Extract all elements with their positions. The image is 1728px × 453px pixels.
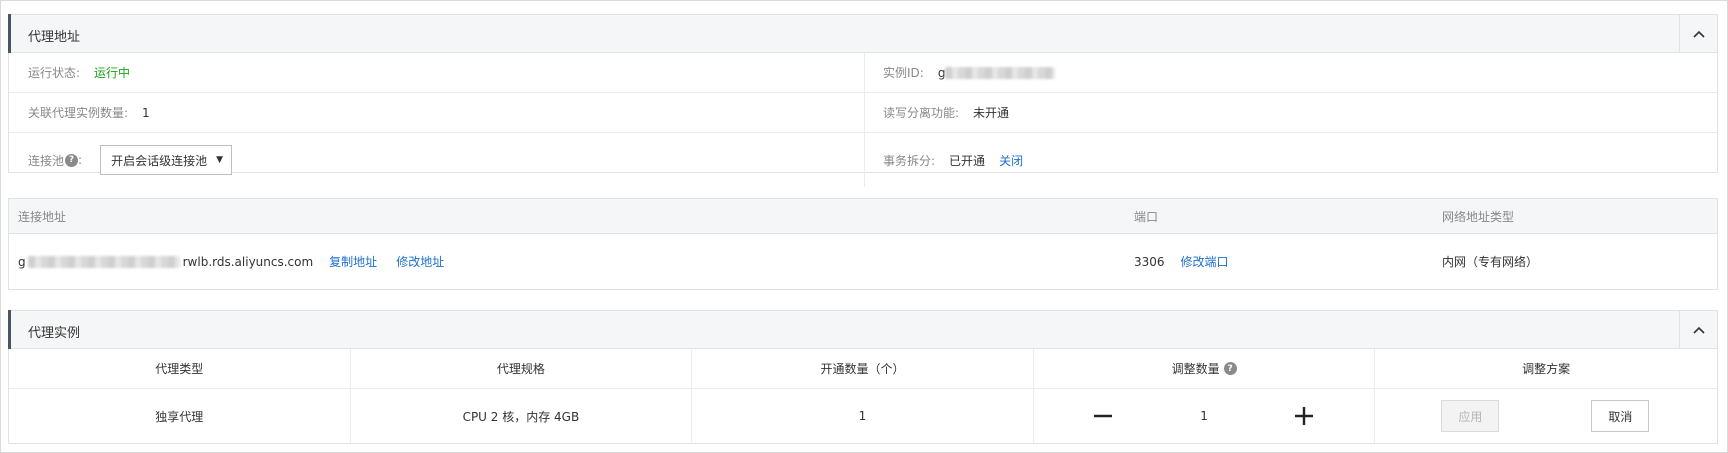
info-row-pool: 连接池 ? : 开启会话级连接池 ▼ 事务拆分: 已开通 关闭: [9, 133, 1717, 187]
edit-port-link[interactable]: 修改端口: [1181, 253, 1229, 270]
help-icon[interactable]: ?: [1223, 362, 1237, 375]
pool-label: 连接池: [28, 153, 65, 168]
rw-split-label: 读写分离功能:: [883, 106, 960, 120]
rw-split-value: 未开通: [973, 106, 1010, 120]
info-row-counts: 关联代理实例数量: 1 读写分离功能: 未开通: [9, 93, 1717, 133]
header-count: 开通数量（个）: [820, 362, 905, 376]
collapse-proxy-instance-button[interactable]: [1679, 311, 1717, 348]
address-suffix: rwlb.rds.aliyuncs.com: [182, 254, 314, 269]
increment-button[interactable]: [1292, 404, 1316, 428]
adjust-count-value[interactable]: 1: [1200, 409, 1208, 423]
pool-label-colon: :: [78, 153, 83, 167]
instance-id-prefix: g: [937, 65, 946, 80]
header-port: 端口: [1134, 209, 1159, 224]
status-value: 运行中: [94, 66, 131, 80]
status-label: 运行状态:: [28, 66, 81, 80]
txn-split-value: 已开通: [949, 153, 986, 168]
minus-icon: [1093, 414, 1112, 418]
collapse-proxy-address-button[interactable]: [1679, 15, 1717, 52]
proxy-spec-value: CPU 2 核，内存 4GB: [462, 409, 580, 424]
count-value: 1: [858, 409, 867, 423]
chevron-up-icon: [1692, 30, 1705, 38]
info-row-status: 运行状态: 运行中 实例ID: g: [9, 53, 1717, 93]
table-row: g rwlb.rds.aliyuncs.com 复制地址 修改地址 3306 修…: [9, 234, 1717, 289]
close-txn-split-link[interactable]: 关闭: [999, 152, 1023, 169]
quantity-stepper: 1: [1034, 389, 1376, 443]
proxy-type-value: 独享代理: [155, 409, 204, 424]
instance-id-label: 实例ID:: [883, 66, 924, 80]
table-row: 独享代理 CPU 2 核，内存 4GB 1 1 应用 取消: [9, 389, 1717, 443]
proxy-instance-header: 代理实例: [8, 310, 1717, 349]
header-network-type: 网络地址类型: [1442, 209, 1515, 224]
apply-button[interactable]: 应用: [1441, 400, 1500, 432]
linked-count-label: 关联代理实例数量:: [28, 106, 129, 120]
address-prefix: g: [18, 254, 26, 269]
header-proxy-spec: 代理规格: [496, 362, 545, 376]
decrement-button[interactable]: [1091, 404, 1115, 428]
proxy-instance-panel: 代理实例 代理类型 代理规格 开通数量（个） 调整数量 ? 调整方案 独享代理 …: [8, 310, 1718, 444]
edit-address-link[interactable]: 修改地址: [396, 253, 444, 270]
header-address: 连接地址: [18, 209, 67, 224]
network-type-value: 内网（专有网络）: [1442, 255, 1539, 269]
connection-table-header: 连接地址 端口 网络地址类型: [9, 199, 1717, 234]
help-icon[interactable]: ?: [65, 153, 79, 167]
pool-label-group: 连接池 ? :: [28, 152, 82, 169]
header-adjust-plan: 调整方案: [1522, 362, 1571, 376]
copy-address-link[interactable]: 复制地址: [329, 253, 377, 270]
port-value: 3306: [1134, 254, 1165, 269]
cancel-button[interactable]: 取消: [1591, 400, 1650, 432]
chevron-up-icon: [1692, 326, 1705, 334]
proxy-address-panel: 代理地址 运行状态: 运行中 实例ID: g 关联代理实例数量: 1 读写分离功…: [8, 14, 1718, 187]
proxy-instance-title: 代理实例: [28, 326, 81, 341]
proxy-address-title: 代理地址: [28, 30, 81, 45]
connection-address-table: 连接地址 端口 网络地址类型 g rwlb.rds.aliyuncs.com 复…: [8, 198, 1718, 290]
header-proxy-type: 代理类型: [155, 362, 204, 376]
plus-icon: [1294, 407, 1313, 425]
connection-pool-select[interactable]: 开启会话级连接池 ▼: [100, 145, 233, 175]
address-redacted: [27, 255, 180, 268]
proxy-address-header: 代理地址: [8, 14, 1717, 53]
txn-split-label: 事务拆分:: [883, 153, 936, 168]
instance-table-header: 代理类型 代理规格 开通数量（个） 调整数量 ? 调整方案: [9, 349, 1717, 389]
instance-id-redacted: [945, 66, 1056, 79]
caret-down-icon: ▼: [216, 155, 224, 165]
header-adjust-count: 调整数量: [1171, 362, 1220, 376]
connection-pool-selected: 开启会话级连接池: [111, 153, 208, 168]
linked-count-value: 1: [142, 105, 150, 120]
